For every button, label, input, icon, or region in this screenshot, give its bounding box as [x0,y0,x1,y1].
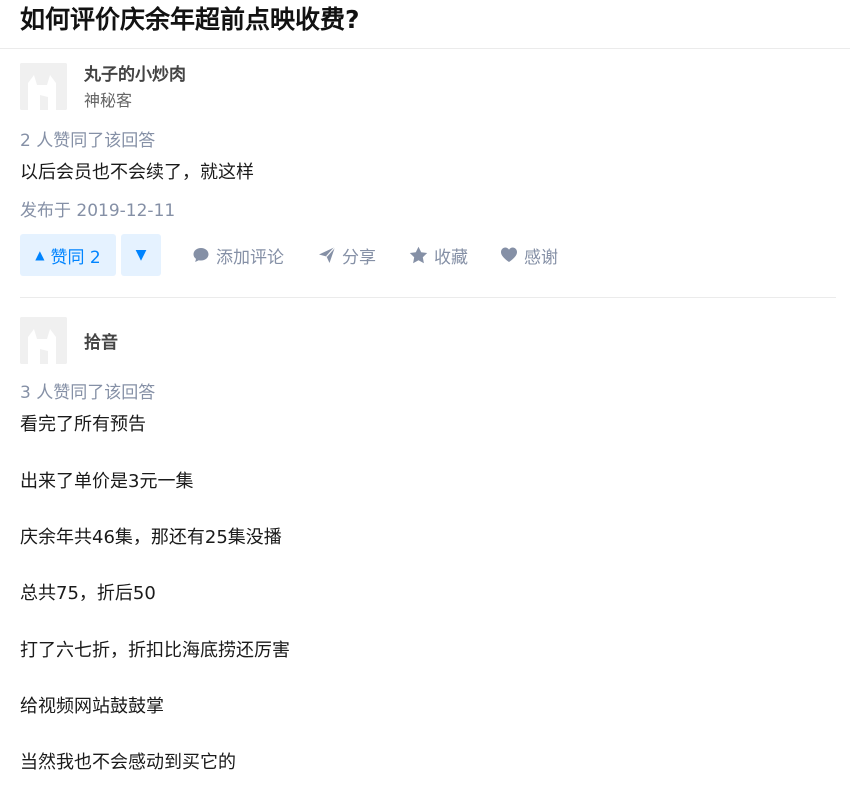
answer-content-line: 当然我也不会感动到买它的 [20,752,236,773]
thanks-button[interactable]: 感谢 [500,234,558,276]
author-name[interactable]: 拾音 [84,328,118,353]
answer-content-line: 庆余年共46集，那还有25集没播 [20,527,282,548]
heart-icon [501,247,517,262]
comment-icon [193,248,209,262]
default-avatar-icon [20,317,67,364]
share-icon [319,246,336,263]
share-button[interactable]: 分享 [318,234,376,276]
author-avatar[interactable] [20,63,67,110]
collect-label: 收藏 [434,247,468,268]
publish-time[interactable]: 发布于 2019-12-11 [20,196,175,221]
thanks-label: 感谢 [524,247,558,268]
title-divider [0,48,850,49]
default-avatar-icon [20,63,67,110]
downvote-button[interactable]: ▼ [121,234,161,276]
star-icon [409,246,428,264]
answer-divider [20,297,836,298]
upvote-button[interactable]: ▲ 赞同 2 [20,234,116,276]
upvote-arrow-icon: ▲ [35,248,45,262]
vote-count-text: 2 人赞同了该回答 [20,131,156,151]
answer-content-line: 以后会员也不会续了，就这样 [20,162,254,183]
downvote-arrow-icon: ▼ [135,247,147,263]
comment-button[interactable]: 添加评论 [192,234,284,276]
answer-actions: ▲ 赞同 2 ▼ 添加评论 分享 收藏 感谢 [20,234,830,276]
vote-count-text: 3 人赞同了该回答 [20,383,156,403]
answer-content-line: 给视频网站鼓鼓掌 [20,696,164,717]
upvote-label: 赞同 2 [50,247,101,268]
answer-content-line: 总共75，折后50 [20,583,156,604]
comment-label: 添加评论 [216,247,284,268]
author-name[interactable]: 丸子的小炒肉 [84,60,186,85]
collect-button[interactable]: 收藏 [409,234,468,276]
share-label: 分享 [342,247,376,268]
author-avatar[interactable] [20,317,67,364]
answer-content-line: 看完了所有预告 [20,414,146,435]
author-headline: 神秘客 [84,91,133,110]
answer-content-line: 出来了单价是3元一集 [20,471,194,492]
question-title: 如何评价庆余年超前点映收费? [20,5,360,34]
answer-content-line: 打了六七折，折扣比海底捞还厉害 [20,640,290,661]
